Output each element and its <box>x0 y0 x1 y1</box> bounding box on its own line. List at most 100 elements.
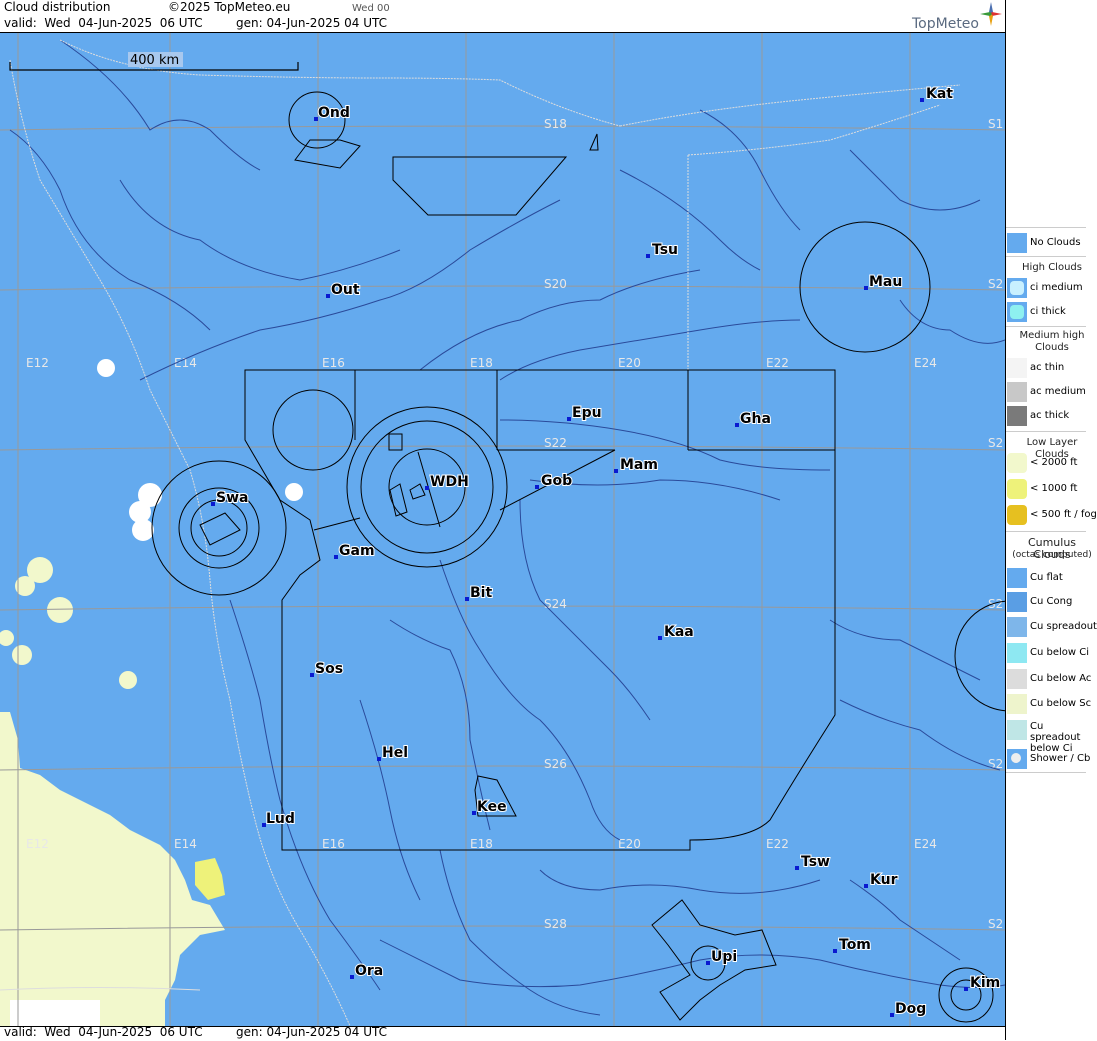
ci-medium-swatch <box>1007 278 1027 298</box>
copyright-text: ©2025 TopMeteo.eu <box>168 0 291 14</box>
grid-label-e24-south: E24 <box>914 837 937 851</box>
grid-label-e14-south: E14 <box>174 837 197 851</box>
legend-cu-spreadout: Cu spreadout <box>1006 616 1097 638</box>
city-label: Mau <box>869 274 902 290</box>
ac-thick-swatch <box>1007 406 1027 426</box>
legend-cu-flat: Cu flat <box>1006 567 1097 589</box>
city-label: Dog <box>895 1001 926 1017</box>
legend-cu-below-sc: Cu below Sc <box>1006 693 1097 715</box>
footer-valid-time: valid: Wed 04-Jun-2025 06 UTC <box>4 1025 203 1039</box>
city-label: Ond <box>318 105 350 121</box>
grid-label-e16: E16 <box>322 356 345 370</box>
grid-label-s18: S18 <box>544 117 567 131</box>
legend-shower-cb: Shower / Cb <box>1006 748 1097 770</box>
no-clouds-swatch <box>1007 233 1027 253</box>
map-title: Cloud distribution <box>4 0 111 14</box>
grid-label-e18: E18 <box>470 356 493 370</box>
cumulus-cells <box>97 359 303 541</box>
legend-label: Cu below Ac <box>1030 673 1092 684</box>
grid-label-s2-east-2: S2 <box>988 436 1003 450</box>
valid-time: valid: Wed 04-Jun-2025 06 UTC <box>4 16 203 30</box>
generated-time: gen: 04-Jun-2025 04 UTC <box>236 16 388 30</box>
city-label: Tom <box>839 937 871 953</box>
grid-label-s22: S22 <box>544 436 567 450</box>
legend-label: < 2000 ft <box>1030 457 1078 468</box>
legend-ac-thin: ac thin <box>1006 357 1097 379</box>
city-label: Kee <box>477 799 507 815</box>
city-label: Kim <box>970 975 1000 991</box>
city-label: Upi <box>711 949 737 965</box>
grid-label-e16-south: E16 <box>322 837 345 851</box>
legend-panel: No Clouds High Clouds ci medium ci thick… <box>1005 0 1097 1040</box>
city-label: Mam <box>620 457 658 473</box>
legend-ac-thick: ac thick <box>1006 405 1097 427</box>
city-label: Epu <box>572 405 602 421</box>
city-label: Out <box>331 282 360 298</box>
map-header: Cloud distribution ©2025 TopMeteo.eu Wed… <box>0 0 1005 33</box>
grid-label-e20-south: E20 <box>618 837 641 851</box>
legend-cu-spreadout-below-ci: Cu spreadout below Ci <box>1006 719 1097 754</box>
legend-cu-cong: Cu Cong <box>1006 591 1097 613</box>
city-label: Tsu <box>652 242 678 258</box>
legend-label: Cu spreadout <box>1030 621 1097 632</box>
legend-ci-thick: ci thick <box>1006 301 1097 323</box>
cloud-map[interactable]: E12 E14 E16 E18 E20 E22 E24 E12 E14 E16 … <box>0 33 1005 1026</box>
legend-label: < 500 ft / fog <box>1030 509 1097 520</box>
low-1000-swatch <box>1007 479 1027 499</box>
legend-cu-below-ci: Cu below Ci <box>1006 642 1097 664</box>
grid-label-s26: S26 <box>544 757 567 771</box>
compass-logo-icon <box>980 2 1002 26</box>
city-label: Swa <box>216 490 248 506</box>
legend-label: < 1000 ft <box>1030 483 1078 494</box>
fog-swatch <box>1007 505 1027 525</box>
city-label: WDH <box>430 474 469 490</box>
city-label: Gha <box>740 411 771 427</box>
legend-label: ci thick <box>1030 306 1066 317</box>
city-label: Hel <box>382 745 408 761</box>
low-cloud-area <box>0 557 225 1026</box>
legend-low-2000: < 2000 ft <box>1006 452 1097 474</box>
grid-label-s24: S24 <box>544 597 567 611</box>
city-label: Kur <box>870 872 898 888</box>
city-label: Tsw <box>801 854 830 870</box>
grid-label-e12: E12 <box>26 356 49 370</box>
footer-generated-time: gen: 04-Jun-2025 04 UTC <box>236 1025 388 1039</box>
grid-label-s2-east-5: S2 <box>988 917 1003 931</box>
legend-label: Cu below Ci <box>1030 647 1090 658</box>
city-label: Ora <box>355 963 383 979</box>
city-label: Gob <box>541 473 572 489</box>
cu-below-ac-swatch <box>1007 669 1027 689</box>
grid-label-e14: E14 <box>174 356 197 370</box>
legend-label: Shower / Cb <box>1030 753 1091 764</box>
grid-label-s2-east-1: S2 <box>988 277 1003 291</box>
city-labels: Ond Kat Tsu Mau Out Epu Gha Mam Swa WDH … <box>215 85 1001 1018</box>
cu-flat-swatch <box>1007 568 1027 588</box>
legend-label: Cu below Sc <box>1030 698 1092 709</box>
city-label: Gam <box>339 543 375 559</box>
city-label: Sos <box>315 661 343 677</box>
city-label: Lud <box>266 811 295 827</box>
ci-thick-swatch <box>1007 302 1027 322</box>
city-label: Bit <box>470 585 492 601</box>
grid-label-s20: S20 <box>544 277 567 291</box>
legend-label: ac medium <box>1030 386 1086 397</box>
legend-low-1000: < 1000 ft <box>1006 478 1097 500</box>
legend-label: No Clouds <box>1030 237 1081 248</box>
topmeteo-logo-text[interactable]: TopMeteo <box>912 16 979 32</box>
city-label: Kaa <box>664 624 694 640</box>
legend-label: ac thick <box>1030 410 1070 421</box>
low-cloud-1000ft <box>195 858 225 900</box>
cu-below-sc-swatch <box>1007 694 1027 714</box>
grid-label-e20: E20 <box>618 356 641 370</box>
grid-label-e12-south: E12 <box>26 837 49 851</box>
map-footer: valid: Wed 04-Jun-2025 06 UTC gen: 04-Ju… <box>0 1025 1005 1041</box>
grid-label-s28: S28 <box>544 917 567 931</box>
legend-ci-medium: ci medium <box>1006 277 1097 299</box>
legend-low-500: < 500 ft / fog <box>1006 504 1097 526</box>
cu-spreadout-swatch <box>1007 617 1027 637</box>
grid-label-s1-east: S1 <box>988 117 1003 131</box>
city-markers <box>211 98 968 1017</box>
low-2000-swatch <box>1007 453 1027 473</box>
scale-label: 400 km <box>130 53 179 68</box>
legend-label: Cu Cong <box>1030 596 1073 607</box>
